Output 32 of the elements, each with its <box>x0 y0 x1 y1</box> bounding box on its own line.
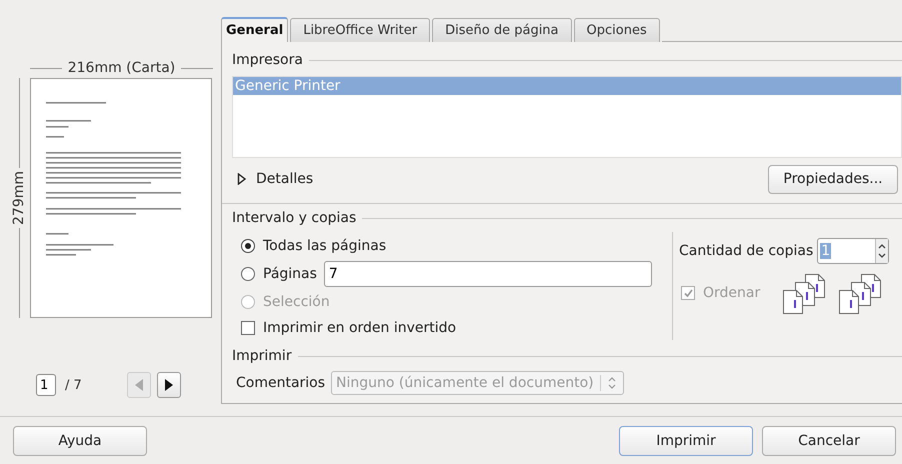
radio-option[interactable]: Páginas <box>232 266 317 282</box>
tab[interactable]: Opciones <box>574 18 660 42</box>
left-arrow-icon <box>134 378 144 392</box>
expander-arrow-icon <box>237 173 246 185</box>
dialog-button[interactable]: Imprimir <box>619 426 753 456</box>
details-expander[interactable]: Detalles <box>232 171 314 187</box>
page-number-field[interactable]: 1 <box>36 374 56 396</box>
dialog-button[interactable]: Ayuda <box>13 426 147 456</box>
tab[interactable]: General <box>221 17 288 42</box>
right-arrow-icon <box>164 378 174 392</box>
tab[interactable]: Diseño de página <box>432 18 572 42</box>
page-count: / 7 <box>65 378 82 392</box>
properties-button[interactable]: Propiedades... <box>768 164 898 194</box>
comments-label: Comentarios <box>236 375 326 391</box>
next-page-button[interactable] <box>156 372 181 398</box>
pages-field[interactable]: 7 <box>324 261 652 288</box>
section-title: Impresora <box>232 52 303 68</box>
radio-indicator[interactable] <box>241 267 255 282</box>
reverse-order-checkbox[interactable]: Imprimir en orden invertido <box>232 316 672 340</box>
collate-pages-icon <box>837 272 883 314</box>
page-width-label: 216mm (Carta) <box>68 60 176 76</box>
copies-label: Cantidad de copias <box>679 243 814 259</box>
section-title: Intervalo y copias <box>232 210 356 226</box>
dropdown-arrows-icon <box>606 375 617 391</box>
collate-pages-icon <box>781 272 827 314</box>
page-height-label: 279mm <box>11 170 27 227</box>
radio-indicator[interactable] <box>241 239 255 254</box>
dialog-button[interactable]: Cancelar <box>762 426 896 456</box>
section-title: Imprimir <box>232 348 292 364</box>
check-icon <box>682 288 694 298</box>
radio-option[interactable]: Todas las páginas <box>232 238 386 254</box>
tab[interactable]: LibreOffice Writer <box>290 18 430 42</box>
